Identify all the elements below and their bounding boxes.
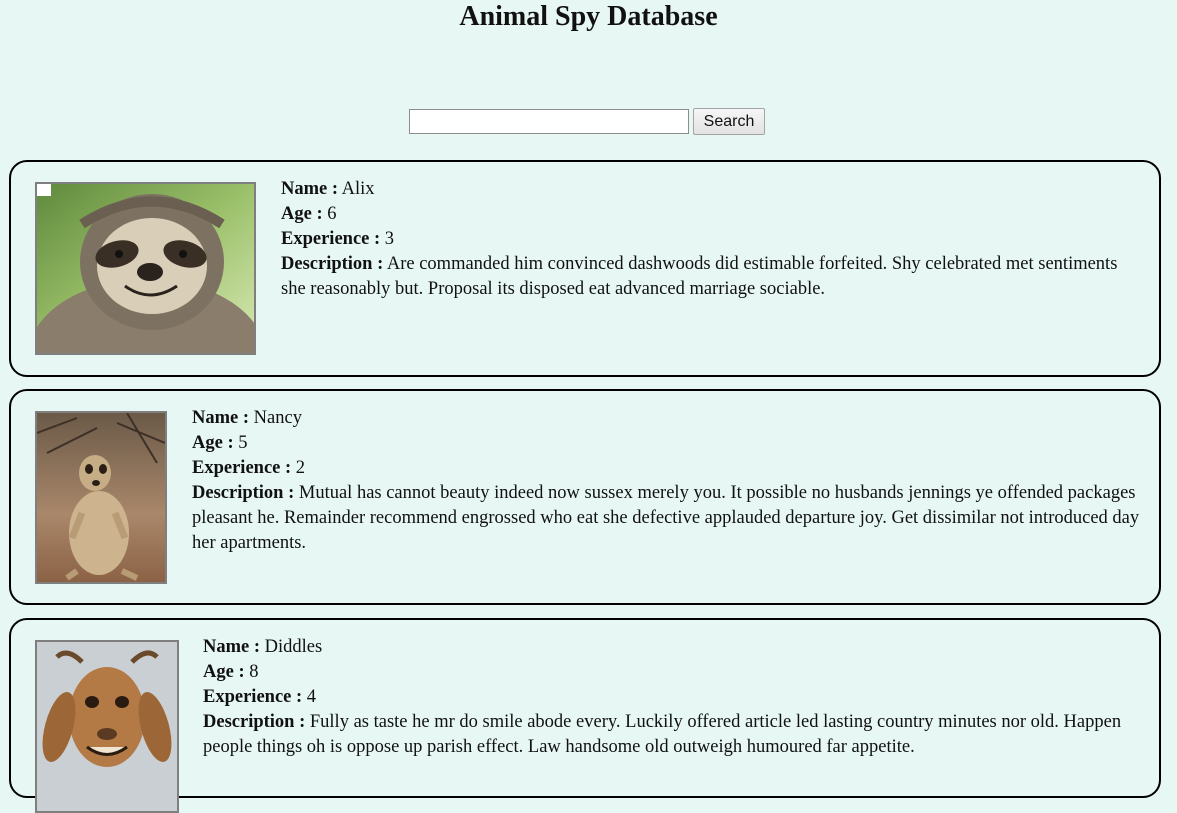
name-row: Name : Alix — [281, 177, 1141, 202]
animal-info: Name : Diddles Age : 8 Experience : 4 De… — [203, 635, 1148, 760]
name-value: Diddles — [264, 637, 323, 657]
description-value: Mutual has cannot beauty indeed now suss… — [192, 483, 1140, 553]
goat-photo — [35, 640, 179, 813]
name-label: Name : — [192, 408, 250, 428]
name-value: Alix — [341, 179, 375, 199]
experience-label: Experience : — [281, 229, 381, 249]
animal-card: Name : Nancy Age : 5 Experience : 2 Desc… — [9, 389, 1161, 605]
description-label: Description : — [192, 483, 295, 503]
age-value: 8 — [249, 662, 259, 682]
age-label: Age : — [281, 204, 323, 224]
experience-row: Experience : 2 — [192, 456, 1147, 481]
search-input[interactable] — [409, 109, 689, 134]
description-row: Description : Are commanded him convince… — [281, 252, 1141, 302]
description-row: Description : Mutual has cannot beauty i… — [192, 481, 1147, 556]
experience-label: Experience : — [192, 458, 292, 478]
animal-card: Name : Diddles Age : 8 Experience : 4 De… — [9, 618, 1161, 813]
animal-info: Name : Alix Age : 6 Experience : 3 Descr… — [281, 177, 1141, 302]
age-value: 6 — [327, 204, 337, 224]
description-label: Description : — [203, 712, 306, 732]
age-label: Age : — [203, 662, 245, 682]
name-label: Name : — [203, 637, 261, 657]
experience-label: Experience : — [203, 687, 303, 707]
description-value: Are commanded him convinced dashwoods di… — [281, 254, 1118, 299]
age-row: Age : 8 — [203, 660, 1148, 685]
sloth-photo — [35, 182, 256, 355]
age-row: Age : 6 — [281, 202, 1141, 227]
experience-value: 3 — [384, 229, 395, 249]
search-button[interactable]: Search — [693, 108, 765, 135]
animal-info: Name : Nancy Age : 5 Experience : 2 Desc… — [192, 406, 1147, 556]
page-title: Animal Spy Database — [459, 1, 718, 32]
description-value: Fully as taste he mr do smile abode ever… — [203, 712, 1122, 757]
experience-value: 2 — [295, 458, 306, 478]
search-bar: Search — [409, 108, 765, 135]
name-row: Name : Diddles — [203, 635, 1148, 660]
name-row: Name : Nancy — [192, 406, 1147, 431]
experience-row: Experience : 3 — [281, 227, 1141, 252]
meerkat-photo — [35, 411, 167, 584]
description-row: Description : Fully as taste he mr do sm… — [203, 710, 1148, 760]
experience-value: 4 — [306, 687, 317, 707]
experience-row: Experience : 4 — [203, 685, 1148, 710]
age-row: Age : 5 — [192, 431, 1147, 456]
age-label: Age : — [192, 433, 234, 453]
description-label: Description : — [281, 254, 384, 274]
animal-card: Name : Alix Age : 6 Experience : 3 Descr… — [9, 160, 1161, 377]
name-value: Nancy — [253, 408, 302, 428]
age-value: 5 — [238, 433, 248, 453]
name-label: Name : — [281, 179, 339, 199]
